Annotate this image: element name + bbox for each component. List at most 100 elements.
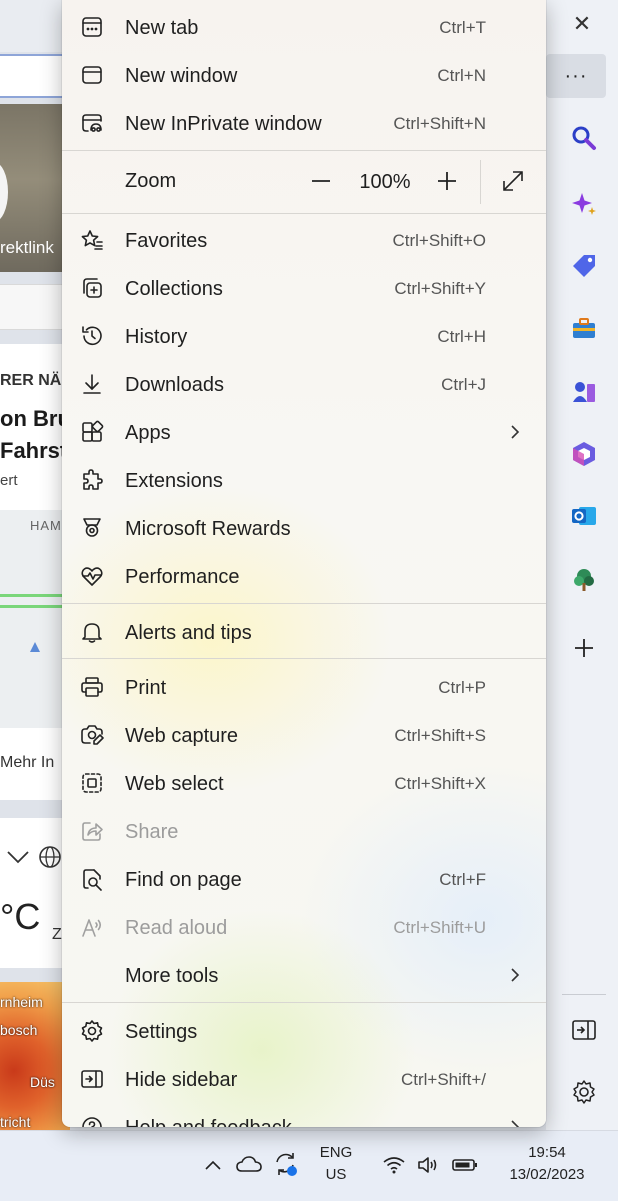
hide-sidebar-icon	[80, 1067, 104, 1091]
menu-item-shortcut: Ctrl+Shift+U	[393, 918, 486, 937]
menu-item-label: Help and feedback	[125, 1117, 292, 1127]
favorites-icon	[80, 228, 104, 252]
performance-icon	[80, 564, 104, 588]
menu-item-label: Settings	[125, 1021, 198, 1043]
zoom-out-button[interactable]	[306, 166, 336, 196]
find-icon	[80, 867, 104, 891]
menu-item-label: New window	[125, 65, 238, 87]
settings-and-more-button[interactable]: ···	[546, 54, 606, 98]
chevron-up-icon[interactable]	[200, 1152, 226, 1178]
menu-item-web-select[interactable]: Web select Ctrl+Shift+X	[62, 759, 546, 807]
menu-item-label: Extensions	[125, 470, 223, 492]
menu-item-web-capture[interactable]: Web capture Ctrl+Shift+S	[62, 711, 546, 759]
menu-item-hide-sidebar[interactable]: Hide sidebar Ctrl+Shift+/	[62, 1055, 546, 1103]
downloads-icon	[80, 372, 104, 396]
wifi-icon[interactable]	[380, 1152, 408, 1178]
tree-icon[interactable]	[566, 562, 602, 598]
sync-icon[interactable]	[270, 1148, 302, 1180]
menu-item-performance[interactable]: Performance	[62, 552, 546, 600]
zoom-row: Zoom 100%	[62, 152, 546, 212]
menu-item-extensions[interactable]: Extensions	[62, 456, 546, 504]
menu-separator	[62, 1002, 546, 1003]
heatmap-label: bosch	[0, 1022, 38, 1038]
new-window-icon	[80, 63, 104, 87]
news-headline-1[interactable]: on Bru	[0, 406, 70, 432]
search-icon[interactable]	[566, 120, 602, 156]
clock-date: 13/02/2023	[509, 1166, 585, 1183]
menu-item-favorites[interactable]: Favorites Ctrl+Shift+O	[62, 216, 546, 264]
menu-item-settings[interactable]: Settings	[62, 1007, 546, 1055]
chevron-right-icon	[508, 965, 522, 985]
news-card[interactable]: RER NÄ on Bru Fahrst ert HAM Mehr In	[0, 344, 70, 800]
menu-item-label: Microsoft Rewards	[125, 518, 291, 540]
menu-item-downloads[interactable]: Downloads Ctrl+J	[62, 360, 546, 408]
region-code: US	[325, 1166, 347, 1183]
menu-item-microsoft-rewards[interactable]: Microsoft Rewards	[62, 504, 546, 552]
menu-item-label: More tools	[125, 965, 219, 987]
zoom-in-button[interactable]	[432, 166, 462, 196]
tools-icon[interactable]	[566, 310, 602, 346]
menu-item-more-tools[interactable]: More tools	[62, 951, 546, 999]
print-icon	[80, 675, 104, 699]
clock-time: 19:54	[528, 1144, 566, 1161]
menu-item-new-inprivate-window[interactable]: New InPrivate window Ctrl+Shift+N	[62, 99, 546, 147]
read-aloud-icon	[80, 915, 104, 939]
menu-item-label: Share	[125, 821, 179, 843]
menu-item-print[interactable]: Print Ctrl+P	[62, 663, 546, 711]
volume-icon[interactable]	[414, 1152, 442, 1178]
window-close-button[interactable]: ✕	[560, 8, 604, 40]
outlook-icon[interactable]	[566, 498, 602, 534]
copilot-icon[interactable]	[566, 186, 602, 222]
sidebar-toggle-icon[interactable]	[566, 1012, 602, 1048]
menu-item-new-window[interactable]: New window Ctrl+N	[62, 51, 546, 99]
menu-item-shortcut: Ctrl+P	[438, 678, 486, 697]
battery-icon[interactable]	[450, 1152, 480, 1178]
weather-heatmap[interactable]: rnheim bosch Düs tricht	[0, 982, 70, 1130]
menu-item-shortcut: Ctrl+Shift+X	[394, 774, 486, 793]
games-icon[interactable]	[566, 374, 602, 410]
hero-image[interactable]: rektlink	[0, 104, 70, 272]
hero-link-text[interactable]: rektlink	[0, 238, 54, 258]
fullscreen-button[interactable]	[498, 166, 528, 196]
settings-icon	[80, 1019, 104, 1043]
menu-item-help-and-feedback[interactable]: Help and feedback	[62, 1103, 546, 1127]
clock[interactable]: 19:54 13/02/2023	[492, 1142, 602, 1186]
menu-separator	[62, 213, 546, 214]
web-select-icon	[80, 771, 104, 795]
background-page: rektlink RER NÄ on Bru Fahrst ert HAM Me…	[0, 0, 70, 1130]
menu-item-label: New InPrivate window	[125, 113, 322, 135]
settings-and-more-menu: New tab Ctrl+T New window Ctrl+N New InP…	[62, 0, 546, 1127]
heatmap-label: tricht	[0, 1114, 31, 1130]
add-icon[interactable]	[566, 630, 602, 666]
menu-separator	[62, 658, 546, 659]
menu-item-label: Web select	[125, 773, 224, 795]
menu-item-history[interactable]: History Ctrl+H	[62, 312, 546, 360]
onedrive-icon[interactable]	[234, 1150, 264, 1178]
menu-item-shortcut: Ctrl+Shift+O	[392, 231, 486, 250]
menu-item-apps[interactable]: Apps	[62, 408, 546, 456]
zoom-label: Zoom	[125, 170, 177, 192]
menu-item-read-aloud: Read aloud Ctrl+Shift+U	[62, 903, 546, 951]
menu-item-shortcut: Ctrl+T	[439, 18, 486, 37]
shopping-icon[interactable]	[566, 248, 602, 284]
menu-item-shortcut: Ctrl+Shift+Y	[394, 279, 486, 298]
menu-item-find-on-page[interactable]: Find on page Ctrl+F	[62, 855, 546, 903]
share-icon	[80, 819, 104, 843]
hero-avatar	[0, 162, 8, 222]
weather-controls[interactable]	[6, 844, 66, 876]
collections-icon	[80, 276, 104, 300]
chevron-down-icon[interactable]	[6, 844, 66, 870]
settings-icon[interactable]	[566, 1074, 602, 1110]
menu-item-shortcut: Ctrl+J	[441, 375, 486, 394]
menu-item-alerts-and-tips[interactable]: Alerts and tips	[62, 608, 546, 656]
traffic-map[interactable]: HAM	[0, 510, 70, 728]
weather-card[interactable]: °C Z	[0, 818, 70, 968]
map-marker-icon	[30, 642, 40, 652]
menu-item-new-tab[interactable]: New tab Ctrl+T	[62, 3, 546, 51]
news-headline-2[interactable]: Fahrst	[0, 438, 67, 464]
more-info-link[interactable]: Mehr In	[0, 754, 54, 772]
menu-item-collections[interactable]: Collections Ctrl+Shift+Y	[62, 264, 546, 312]
address-bar[interactable]	[0, 54, 70, 98]
language-indicator[interactable]: ENG US	[312, 1142, 360, 1186]
office-icon[interactable]	[566, 436, 602, 472]
